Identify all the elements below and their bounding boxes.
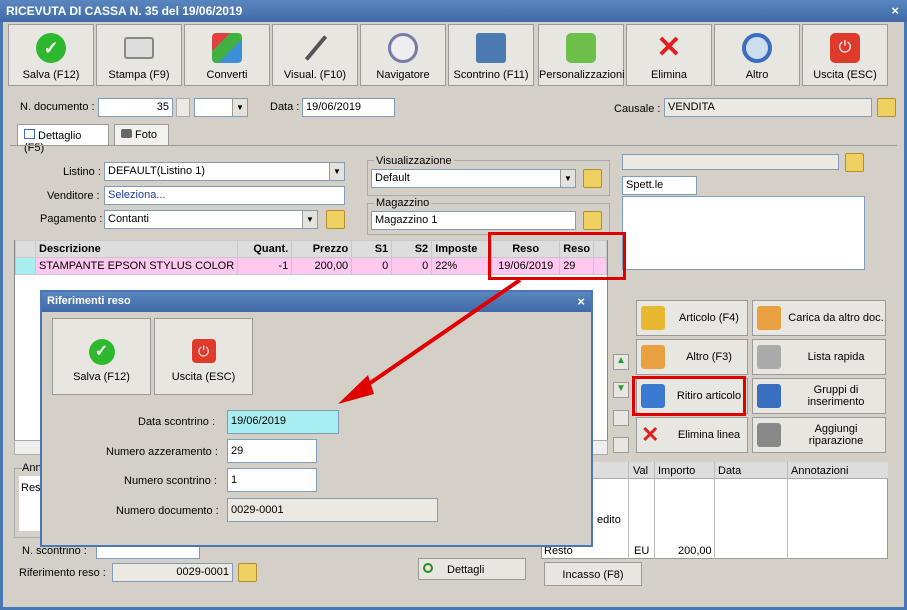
- annotation-arrow: [338, 278, 522, 404]
